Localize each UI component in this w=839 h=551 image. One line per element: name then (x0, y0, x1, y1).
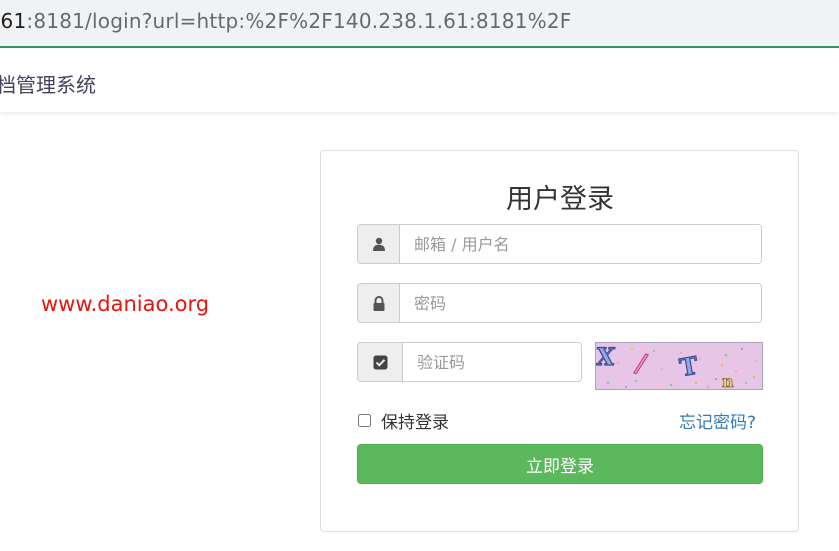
password-group (357, 283, 762, 323)
username-input[interactable] (399, 224, 762, 264)
forgot-password-link[interactable]: 忘记密码? (679, 408, 756, 433)
remember-checkbox[interactable] (358, 414, 371, 427)
username-group (357, 224, 762, 264)
remember-label: 保持登录 (381, 413, 449, 433)
captcha-image[interactable]: X / T n (595, 342, 763, 390)
lock-icon (357, 283, 399, 323)
user-icon (357, 224, 399, 264)
url-host-fragment: .61 (0, 9, 27, 33)
url-path: :8181/login?url=http:%2F%2F140.238.1.61:… (26, 9, 572, 33)
login-title: 用户登录 (506, 184, 614, 215)
top-navbar: 档管理系统 (0, 50, 839, 112)
svg-text:n: n (722, 372, 734, 390)
brand-title[interactable]: 档管理系统 (0, 69, 96, 98)
password-input[interactable] (399, 283, 762, 323)
url-text[interactable]: .61:8181/login?url=http:%2F%2F140.238.1.… (0, 9, 571, 33)
login-button[interactable]: 立即登录 (357, 444, 763, 484)
browser-address-bar[interactable]: .61:8181/login?url=http:%2F%2F140.238.1.… (0, 0, 839, 48)
watermark-text: www.daniao.org (41, 292, 210, 316)
remember-me[interactable]: 保持登录 (357, 408, 449, 433)
checkbox-icon (357, 342, 402, 382)
captcha-input[interactable] (402, 342, 582, 382)
captcha-group (357, 342, 582, 382)
